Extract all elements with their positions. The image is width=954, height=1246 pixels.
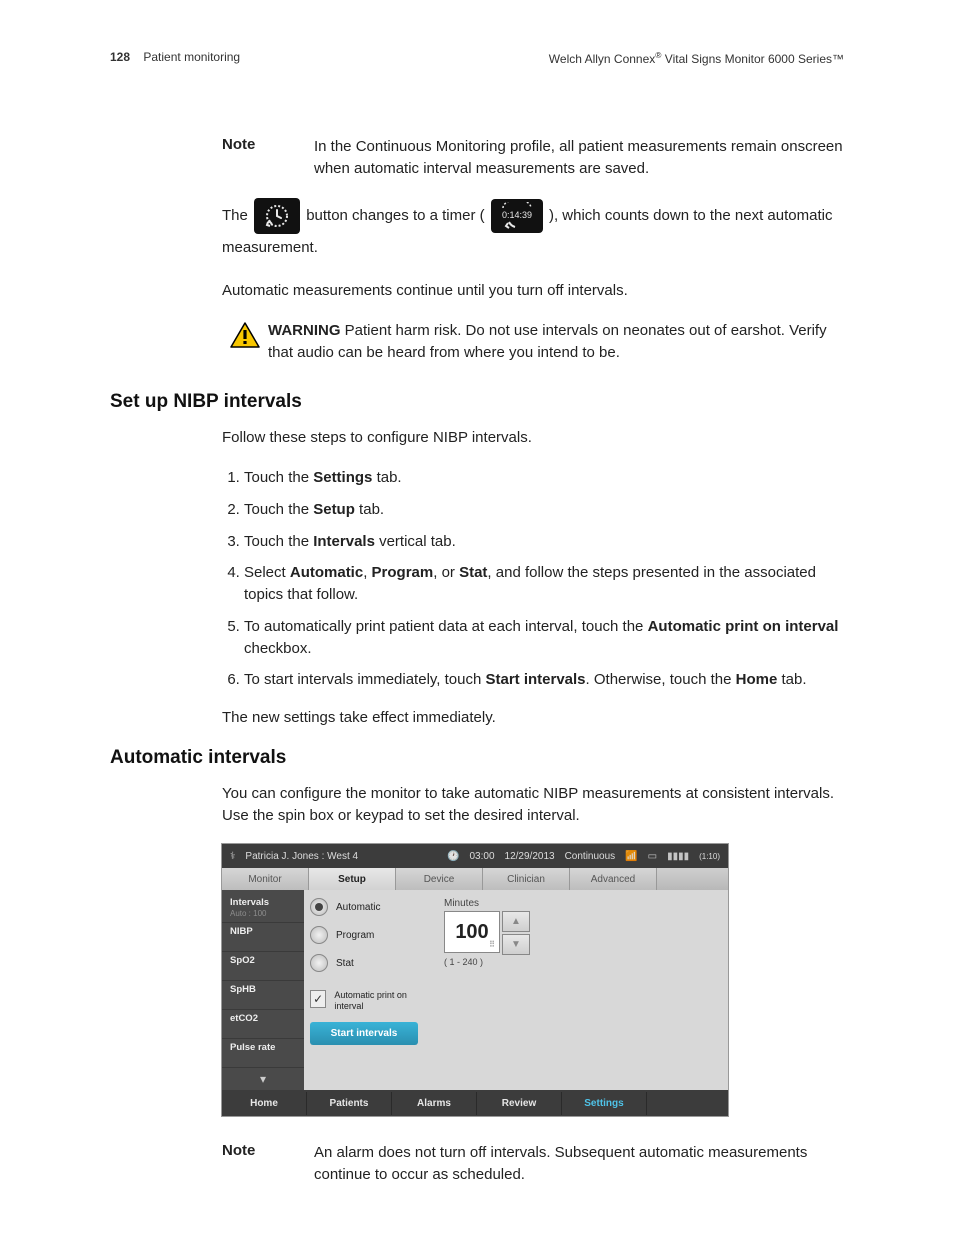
vtab-pulse[interactable]: Pulse rate bbox=[222, 1039, 304, 1068]
note-text: In the Continuous Monitoring profile, al… bbox=[314, 136, 844, 180]
timer-value: 0:14:39 bbox=[502, 210, 532, 220]
radio-program[interactable]: Program bbox=[310, 926, 428, 944]
note-block: Note In the Continuous Monitoring profil… bbox=[222, 136, 844, 180]
header-section: Patient monitoring bbox=[143, 50, 240, 64]
warning-icon bbox=[222, 320, 268, 348]
step-1: Touch the Settings tab. bbox=[244, 467, 844, 489]
note2-text: An alarm does not turn off intervals. Su… bbox=[314, 1142, 844, 1186]
spin-up-button[interactable]: ▲ bbox=[502, 911, 530, 932]
start-intervals-button[interactable]: Start intervals bbox=[310, 1022, 418, 1045]
page-header: 128 Patient monitoring Welch Allyn Conne… bbox=[110, 50, 844, 66]
side-scroll-down-icon[interactable]: ▾ bbox=[222, 1072, 304, 1086]
warning-block: WARNING Patient harm risk. Do not use in… bbox=[222, 320, 844, 364]
sec1-intro: Follow these steps to configure NIBP int… bbox=[222, 427, 844, 449]
radio-stat[interactable]: Stat bbox=[310, 954, 428, 972]
battery-icon: ▮▮▮▮ bbox=[667, 851, 689, 862]
tab-monitor[interactable]: Monitor bbox=[222, 868, 309, 890]
vtab-etco2[interactable]: etCO2 bbox=[222, 1010, 304, 1039]
device-side-tabs: IntervalsAuto : 100 NIBP SpO2 SpHB etCO2… bbox=[222, 890, 304, 1090]
device-screenshot: ⚕ Patricia J. Jones : West 4 🕐 03:00 12/… bbox=[222, 844, 728, 1116]
timer-countdown-icon: 0:14:39 bbox=[491, 199, 543, 233]
device-top-tabs: Monitor Setup Device Clinician Advanced bbox=[222, 868, 728, 890]
status-mode: Continuous bbox=[565, 851, 616, 862]
tab-clinician[interactable]: Clinician bbox=[483, 868, 570, 890]
btab-home[interactable]: Home bbox=[222, 1092, 307, 1115]
status-time: 03:00 bbox=[469, 851, 494, 862]
note2-label: Note bbox=[222, 1142, 314, 1186]
display-icon: ▭ bbox=[648, 851, 657, 862]
radio-automatic[interactable]: Automatic bbox=[310, 898, 428, 916]
timer-sentence: The button changes to a timer ( 0:14:39 bbox=[222, 198, 844, 263]
device-mid-panel: Automatic Program Stat ✓Automatic print … bbox=[304, 890, 434, 1090]
section-title-auto: Automatic intervals bbox=[110, 747, 844, 769]
vtab-intervals[interactable]: IntervalsAuto : 100 bbox=[222, 894, 304, 923]
vtab-sphb[interactable]: SpHB bbox=[222, 981, 304, 1010]
device-bottom-tabs: Home Patients Alarms Review Settings bbox=[222, 1090, 728, 1116]
step-2: Touch the Setup tab. bbox=[244, 499, 844, 521]
tab-device[interactable]: Device bbox=[396, 868, 483, 890]
keypad-icon[interactable]: ⠿ bbox=[489, 940, 495, 949]
header-doc-title: Welch Allyn Connex® Vital Signs Monitor … bbox=[549, 50, 844, 66]
tab-setup[interactable]: Setup bbox=[309, 868, 396, 890]
page-number: 128 bbox=[110, 50, 130, 64]
btab-settings[interactable]: Settings bbox=[562, 1092, 647, 1115]
step-4: Select Automatic, Program, or Stat, and … bbox=[244, 562, 844, 606]
clock-icon: 🕐 bbox=[447, 851, 459, 862]
status-date: 12/29/2013 bbox=[505, 851, 555, 862]
vtab-nibp[interactable]: NIBP bbox=[222, 923, 304, 952]
btab-alarms[interactable]: Alarms bbox=[392, 1092, 477, 1115]
sec1-outro: The new settings take effect immediately… bbox=[222, 707, 844, 729]
note-label: Note bbox=[222, 136, 314, 180]
minutes-value[interactable]: 100 ⠿ bbox=[444, 911, 500, 953]
btab-review[interactable]: Review bbox=[477, 1092, 562, 1115]
signal-icon: 📶 bbox=[625, 851, 637, 862]
patient-name: Patricia J. Jones : West 4 bbox=[245, 851, 358, 862]
minutes-range: ( 1 - 240 ) bbox=[444, 957, 718, 967]
auto-continue-text: Automatic measurements continue until yo… bbox=[222, 280, 844, 302]
step-3: Touch the Intervals vertical tab. bbox=[244, 531, 844, 553]
caduceus-icon: ⚕ bbox=[230, 851, 235, 862]
checkbox-auto-print[interactable]: ✓Automatic print on interval bbox=[310, 990, 428, 1012]
warning-label: WARNING bbox=[268, 322, 341, 339]
warning-text: Patient harm risk. Do not use intervals … bbox=[268, 322, 827, 361]
device-statusbar: ⚕ Patricia J. Jones : West 4 🕐 03:00 12/… bbox=[222, 844, 728, 868]
spin-down-button[interactable]: ▼ bbox=[502, 934, 530, 955]
section-title-nibp: Set up NIBP intervals bbox=[110, 391, 844, 413]
steps-list: Touch the Settings tab. Touch the Setup … bbox=[222, 467, 844, 691]
device-right-panel: Minutes 100 ⠿ ▲ ▼ ( 1 - 240 ) bbox=[434, 890, 728, 1090]
btab-patients[interactable]: Patients bbox=[307, 1092, 392, 1115]
battery-time: (1:10) bbox=[699, 852, 720, 861]
interval-icon bbox=[254, 198, 300, 234]
note2-block: Note An alarm does not turn off interval… bbox=[222, 1142, 844, 1186]
minutes-label: Minutes bbox=[444, 898, 718, 909]
step-6: To start intervals immediately, touch St… bbox=[244, 669, 844, 691]
step-5: To automatically print patient data at e… bbox=[244, 616, 844, 660]
tab-advanced[interactable]: Advanced bbox=[570, 868, 657, 890]
vtab-spo2[interactable]: SpO2 bbox=[222, 952, 304, 981]
sec2-intro: You can configure the monitor to take au… bbox=[222, 783, 844, 827]
